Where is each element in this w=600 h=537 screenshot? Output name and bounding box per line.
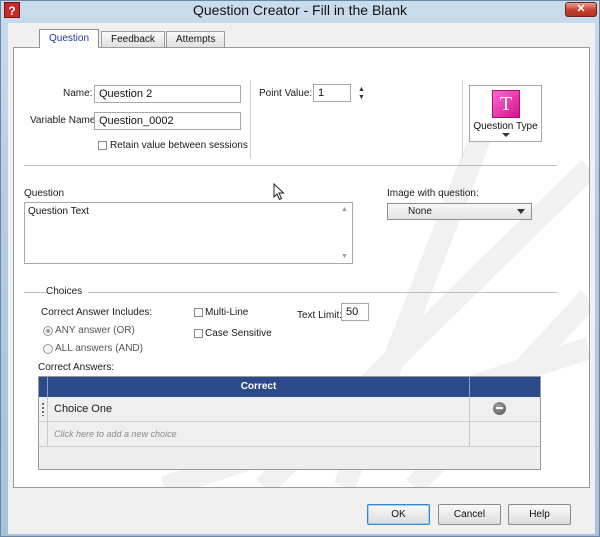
image-with-question-label: Image with question: [387,188,479,199]
case-sensitive-label: Case Sensitive [205,328,272,339]
window-title: Question Creator - Fill in the Blank [193,2,407,18]
dialog-window: ? Question Creator - Fill in the Blank ✕… [0,0,600,537]
choices-divider-left [24,292,46,293]
close-button[interactable]: ✕ [565,2,597,17]
any-answer-radio[interactable] [43,326,53,336]
row-action-cell [469,422,540,446]
grid-header: Correct [39,377,540,397]
dialog-client: Question Feedback Attempts Name: Variabl… [8,23,595,534]
tab-feedback[interactable]: Feedback [101,31,165,47]
retain-value-checkbox[interactable] [98,141,107,150]
choices-divider-right [88,292,557,293]
multi-line-label: Multi-Line [205,307,249,318]
cancel-button[interactable]: Cancel [438,504,501,525]
remove-choice-icon[interactable] [493,402,506,415]
spin-up-icon[interactable]: ▲ [358,86,365,93]
mouse-cursor-icon [273,183,285,201]
variable-name-label: Variable Name: [30,115,99,126]
all-answers-radio[interactable] [43,344,53,354]
grid-header-gutter [39,377,48,397]
any-answer-label: ANY answer (OR) [55,325,135,336]
question-label: Question [24,188,65,199]
add-choice-placeholder[interactable]: Click here to add a new choice [48,422,469,446]
question-tab-panel: Name: Variable Name: Retain value betwee… [13,47,590,488]
column-header-action [469,377,540,397]
ok-button[interactable]: OK [367,504,430,525]
image-select-value: None [408,206,432,217]
question-type-label: Question Type [473,121,538,132]
choices-section-label: Choices [46,286,83,297]
question-type-text-icon: T [492,90,520,118]
point-value-input[interactable] [313,84,351,102]
drag-handle-icon[interactable] [42,402,44,416]
separator [250,80,251,158]
image-select[interactable]: None [387,203,532,220]
all-answers-label: ALL answers (AND) [55,343,143,354]
question-type-button[interactable]: T Question Type [469,85,542,142]
column-header-correct[interactable]: Correct [48,377,469,397]
separator [462,80,463,158]
point-value-label: Point Value: [259,88,313,99]
spin-down-icon[interactable]: ▼ [358,94,365,101]
correct-answer-includes-label: Correct Answer Includes: [41,307,153,318]
retain-value-label: Retain value between sessions [110,140,248,151]
help-button[interactable]: Help [508,504,571,525]
scroll-down-icon[interactable]: ▼ [341,253,348,260]
chevron-down-icon [517,209,525,214]
question-scrollbar[interactable]: ▲ ▼ [338,204,351,262]
question-text: Question Text [28,206,89,217]
multi-line-checkbox[interactable] [194,308,203,317]
correct-answers-grid: Correct Choice One Click here to add a n… [38,376,541,470]
row-gutter [39,422,48,446]
correct-answers-label: Correct Answers: [38,362,115,373]
section-divider [24,165,557,166]
chevron-down-icon [502,133,510,137]
row-action-cell [469,397,540,421]
variable-name-input[interactable] [94,112,241,130]
title-bar[interactable]: ? Question Creator - Fill in the Blank ✕ [1,1,599,20]
question-textarea[interactable]: Question Text ▲ ▼ [24,202,353,264]
scroll-up-icon[interactable]: ▲ [341,206,348,213]
choice-cell[interactable]: Choice One [48,397,469,421]
name-label: Name: [63,88,93,99]
table-row[interactable]: Choice One [39,397,540,422]
name-input[interactable] [94,85,241,103]
tab-question[interactable]: Question [39,29,100,48]
case-sensitive-checkbox[interactable] [194,329,203,338]
text-limit-input[interactable] [341,303,369,321]
tab-attempts[interactable]: Attempts [166,31,226,47]
row-gutter[interactable] [39,397,48,421]
add-choice-row[interactable]: Click here to add a new choice [39,422,540,447]
text-limit-label: Text Limit: [297,310,343,321]
